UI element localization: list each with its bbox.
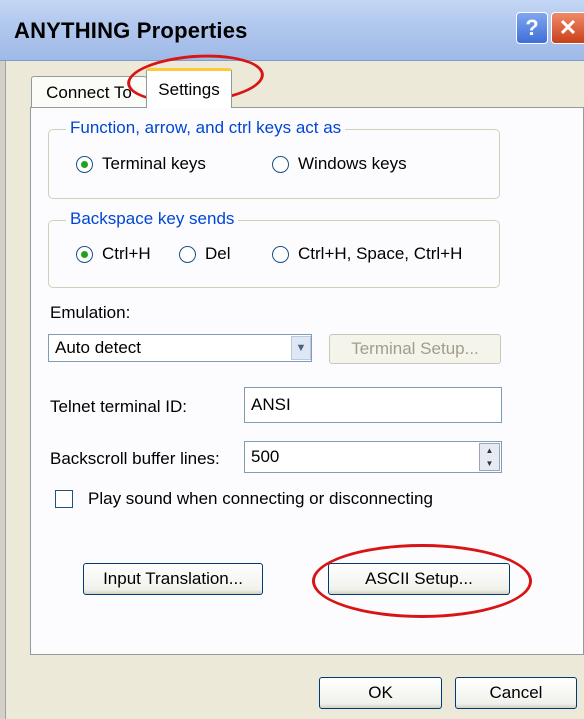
stepper-down-icon[interactable]: ▼ xyxy=(486,459,494,468)
close-button[interactable]: ✕ xyxy=(551,12,584,44)
input-translation-button[interactable]: Input Translation... xyxy=(83,563,263,595)
telnet-id-label: Telnet terminal ID: xyxy=(50,397,187,416)
radio-ctrl-h-space-label[interactable]: Ctrl+H, Space, Ctrl+H xyxy=(298,244,462,264)
radio-windows-keys[interactable] xyxy=(272,156,289,173)
chevron-down-icon[interactable]: ▼ xyxy=(291,336,311,360)
emulation-select[interactable]: Auto detect xyxy=(48,334,312,362)
tab-connect-to[interactable]: Connect To xyxy=(31,76,147,108)
window-title: ANYTHING Properties xyxy=(14,18,248,43)
radio-terminal-keys[interactable] xyxy=(76,156,93,173)
title-bar[interactable]: ANYTHING Properties ? ✕ xyxy=(0,0,584,61)
stepper-up-icon[interactable]: ▲ xyxy=(486,446,494,455)
radio-terminal-keys-label[interactable]: Terminal keys xyxy=(102,154,206,174)
tab-label: Settings xyxy=(158,79,220,99)
function-keys-legend: Function, arrow, and ctrl keys act as xyxy=(66,118,346,138)
cancel-button[interactable]: Cancel xyxy=(455,677,577,709)
radio-selected-dot xyxy=(81,251,88,258)
telnet-id-value: ANSI xyxy=(251,395,291,414)
radio-del[interactable] xyxy=(179,246,196,263)
radio-ctrl-h-label[interactable]: Ctrl+H xyxy=(102,244,151,264)
window-border xyxy=(0,61,6,719)
ok-button[interactable]: OK xyxy=(319,677,442,709)
help-icon: ? xyxy=(525,15,539,40)
telnet-id-input[interactable]: ANSI xyxy=(244,387,502,423)
backscroll-value: 500 xyxy=(251,447,280,466)
radio-selected-dot xyxy=(81,161,88,168)
radio-del-label[interactable]: Del xyxy=(205,244,231,264)
emulation-label: Emulation: xyxy=(50,303,131,322)
play-sound-label[interactable]: Play sound when connecting or disconnect… xyxy=(88,489,433,509)
tab-label: Connect To xyxy=(46,82,132,102)
backscroll-input[interactable]: 500 xyxy=(244,441,502,473)
backscroll-stepper[interactable]: ▲ ▼ xyxy=(479,443,500,471)
tab-settings[interactable]: Settings xyxy=(146,68,232,108)
emulation-value: Auto detect xyxy=(55,338,142,357)
backspace-legend: Backspace key sends xyxy=(66,209,239,229)
radio-ctrl-h[interactable] xyxy=(76,246,93,263)
ascii-setup-button[interactable]: ASCII Setup... xyxy=(328,563,510,595)
play-sound-checkbox[interactable] xyxy=(55,490,73,508)
radio-windows-keys-label[interactable]: Windows keys xyxy=(298,154,407,174)
radio-ctrl-h-space[interactable] xyxy=(272,246,289,263)
help-button[interactable]: ? xyxy=(516,12,548,44)
backscroll-label: Backscroll buffer lines: xyxy=(50,449,220,468)
close-icon: ✕ xyxy=(558,15,578,40)
terminal-setup-button[interactable]: Terminal Setup... xyxy=(329,334,501,364)
